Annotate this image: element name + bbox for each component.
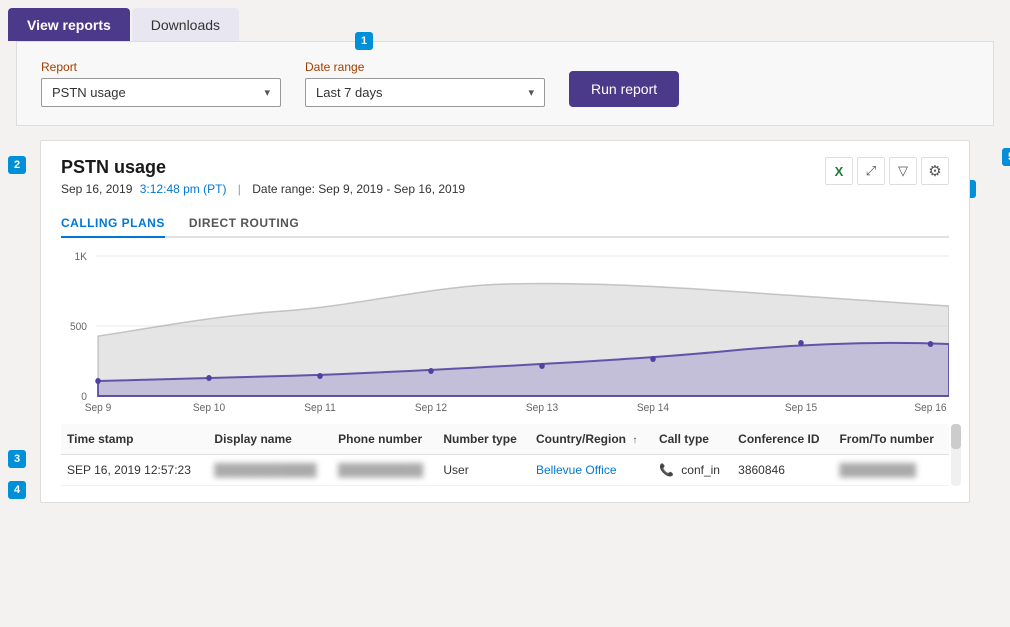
report-label: Report (41, 60, 281, 74)
filter-button[interactable]: ▽ (889, 157, 917, 185)
chart-tabs: CALLING PLANS DIRECT ROUTING (61, 210, 949, 238)
table-scroll-area: Time stamp Display name Phone number Num… (61, 424, 949, 486)
svg-text:Sep 10: Sep 10 (193, 402, 225, 414)
col-conference-id: Conference ID (732, 424, 833, 455)
cell-call-type: 📞 conf_in (653, 455, 732, 486)
svg-text:Sep 13: Sep 13 (526, 402, 558, 414)
tab-bar: View reports Downloads (0, 0, 1010, 41)
chart-area: 1K 500 0 Sep 9 Sep 10 Sep 11 (61, 246, 949, 416)
cell-phone-number: ██████████ (332, 455, 437, 486)
col-from-to-number: From/To number (833, 424, 949, 455)
report-select[interactable]: PSTN usage ▾ (41, 78, 281, 107)
report-toolbar: X ⤢ ▽ ⚙ (825, 157, 949, 185)
col-number-type: Number type (437, 424, 530, 455)
svg-text:Sep 12: Sep 12 (415, 402, 447, 414)
excel-export-button[interactable]: X (825, 157, 853, 185)
report-chevron-icon: ▾ (264, 86, 270, 99)
tab-calling-plans[interactable]: CALLING PLANS (61, 210, 165, 238)
report-panel: PSTN usage Sep 16, 2019 3:12:48 pm (PT) … (40, 140, 970, 503)
cell-timestamp: SEP 16, 2019 12:57:23 (61, 455, 208, 486)
scrollbar-thumb[interactable] (951, 424, 961, 449)
table-header-row: Time stamp Display name Phone number Num… (61, 424, 949, 455)
col-call-type: Call type (653, 424, 732, 455)
tab-direct-routing[interactable]: DIRECT ROUTING (189, 210, 299, 238)
report-date-range-text: Date range: Sep 9, 2019 - Sep 16, 2019 (252, 182, 465, 196)
svg-text:Sep 9: Sep 9 (85, 402, 112, 414)
svg-text:1K: 1K (74, 251, 86, 263)
pstn-chart: 1K 500 0 Sep 9 Sep 10 Sep 11 (61, 246, 949, 416)
step-badge-3: 3 (8, 450, 26, 468)
svg-text:Sep 16: Sep 16 (914, 402, 946, 414)
report-meta: Sep 16, 2019 3:12:48 pm (PT) | Date rang… (61, 182, 465, 196)
report-controls: 1 Report PSTN usage ▾ Date range Last 7 … (16, 41, 994, 126)
date-range-control-group: Date range Last 7 days ▾ (305, 60, 545, 107)
expand-button[interactable]: ⤢ (857, 157, 885, 185)
cell-conference-id: 3860846 (732, 455, 833, 486)
svg-text:Sep 14: Sep 14 (637, 402, 669, 414)
sort-arrow-icon: ↑ (632, 435, 637, 446)
col-timestamp: Time stamp (61, 424, 208, 455)
call-icon: 📞 (659, 463, 674, 477)
cell-country-region: Bellevue Office (530, 455, 653, 486)
step-badge-1: 1 (355, 32, 373, 50)
report-title: PSTN usage (61, 157, 465, 178)
step-badge-2: 2 (8, 156, 26, 174)
meta-separator: | (238, 182, 244, 196)
svg-text:Sep 11: Sep 11 (304, 402, 336, 414)
tab-downloads[interactable]: Downloads (132, 8, 239, 41)
data-table: Time stamp Display name Phone number Num… (61, 424, 949, 486)
cell-phone-value: ██████████ (338, 463, 423, 477)
step-badge-4: 4 (8, 481, 26, 499)
country-region-link[interactable]: Bellevue Office (536, 463, 617, 477)
run-report-button[interactable]: Run report (569, 71, 679, 107)
step-badge-5: 5 (1002, 148, 1010, 166)
svg-text:Sep 15: Sep 15 (785, 402, 817, 414)
cell-display-name: ████████████ (208, 455, 332, 486)
report-date: Sep 16, 2019 (61, 182, 132, 196)
col-country-region[interactable]: Country/Region ↑ (530, 424, 653, 455)
col-display-name: Display name (208, 424, 332, 455)
date-range-label: Date range (305, 60, 545, 74)
cell-display-name-value: ████████████ (214, 463, 316, 477)
settings-button[interactable]: ⚙ (921, 157, 949, 185)
report-header: PSTN usage Sep 16, 2019 3:12:48 pm (PT) … (61, 157, 949, 196)
cell-from-to-value: █████████ (839, 463, 916, 477)
scrollbar-track[interactable] (951, 424, 961, 486)
cell-from-to-number: █████████ (833, 455, 949, 486)
date-range-chevron-icon: ▾ (528, 86, 534, 99)
table-row: SEP 16, 2019 12:57:23 ████████████ █████… (61, 455, 949, 486)
tab-view-reports[interactable]: View reports (8, 8, 130, 41)
date-range-select[interactable]: Last 7 days ▾ (305, 78, 545, 107)
col-phone-number: Phone number (332, 424, 437, 455)
cell-number-type: User (437, 455, 530, 486)
report-control-group: Report PSTN usage ▾ (41, 60, 281, 107)
report-time: 3:12:48 pm (PT) (140, 182, 227, 196)
svg-text:500: 500 (70, 321, 87, 333)
